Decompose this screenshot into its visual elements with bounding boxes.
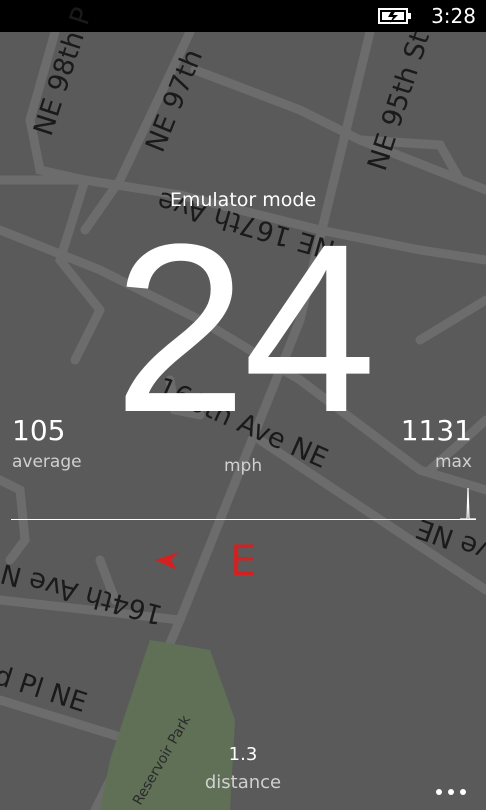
more-ellipsis-icon[interactable] xyxy=(434,785,468,799)
max-value: 1131 xyxy=(400,414,472,447)
speed-value: 24 xyxy=(113,194,377,462)
unit-label: mph xyxy=(224,456,263,476)
average-label: average xyxy=(12,452,82,472)
direction-arrow-icon xyxy=(155,552,179,570)
battery-charging-icon xyxy=(378,8,411,24)
clock: 3:28 xyxy=(431,4,476,28)
distance-value: 1.3 xyxy=(228,744,258,765)
heading-letter: E xyxy=(230,536,257,585)
distance-label: distance xyxy=(204,772,282,793)
speed-history-chart xyxy=(11,519,476,520)
average-value: 105 xyxy=(12,414,66,447)
max-label: max xyxy=(434,452,472,472)
speed-spike xyxy=(460,487,476,520)
